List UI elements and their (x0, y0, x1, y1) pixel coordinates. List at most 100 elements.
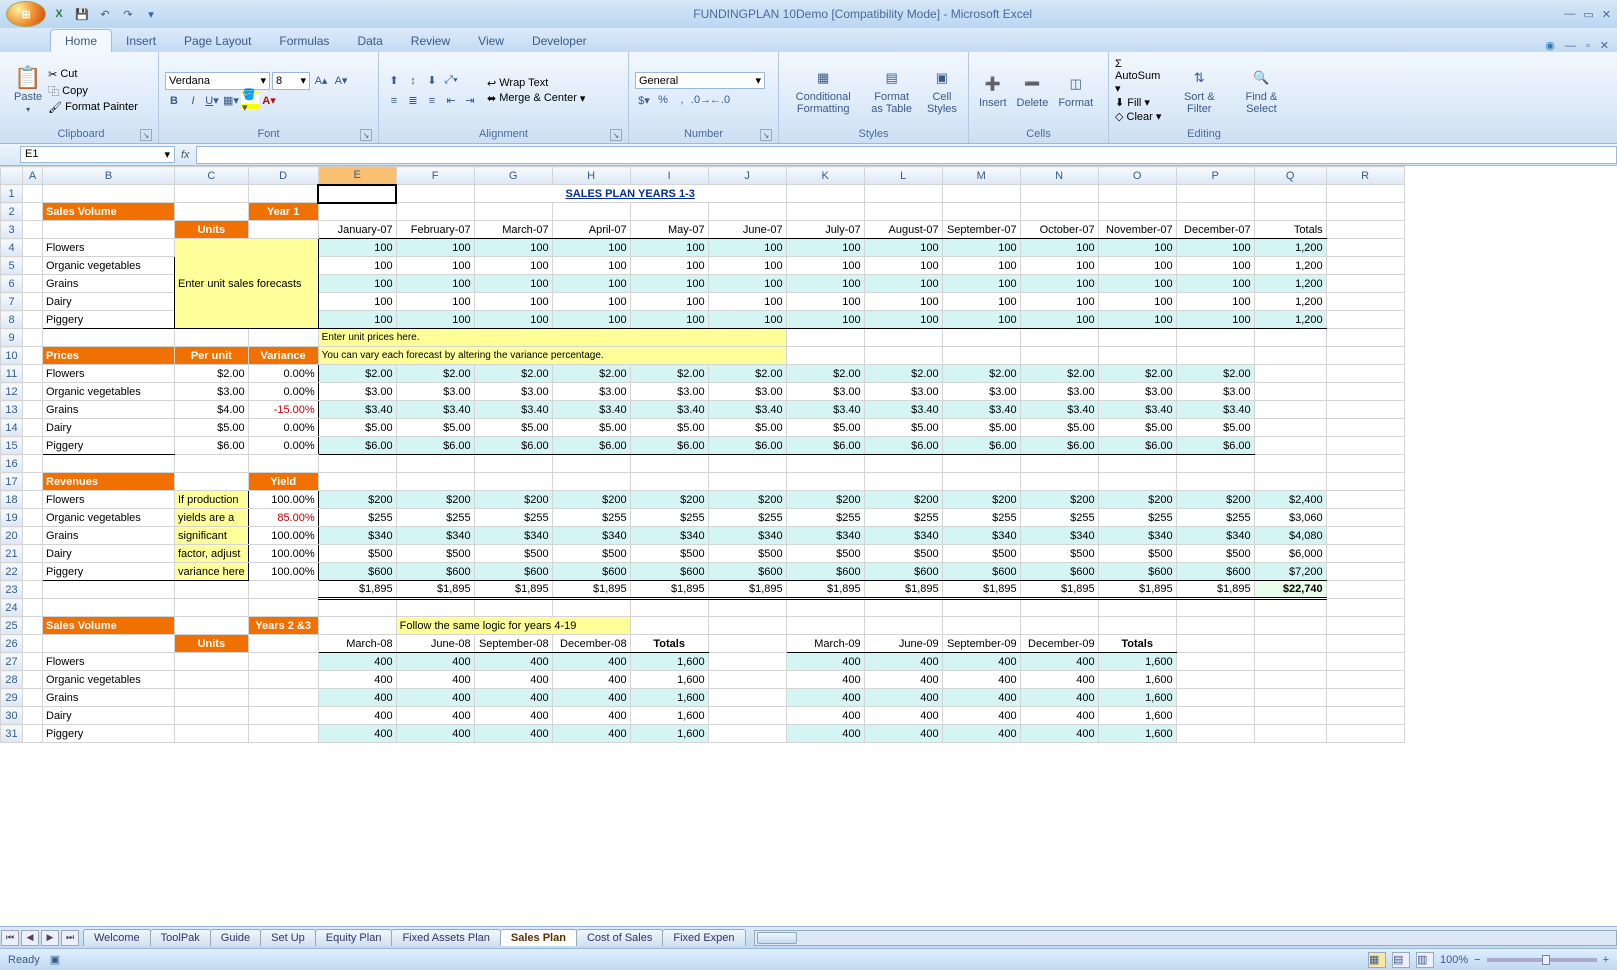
tab-nav-first[interactable]: ⏮ (1, 930, 19, 946)
sheet-tab-fixed-expen[interactable]: Fixed Expen (662, 929, 745, 946)
col-header-N[interactable]: N (1020, 167, 1098, 185)
formula-input[interactable] (196, 146, 1617, 164)
dec-decimal-icon[interactable]: ←.0 (711, 91, 729, 109)
undo-icon[interactable]: ↶ (95, 4, 115, 24)
tab-data[interactable]: Data (343, 30, 396, 52)
indent-inc-icon[interactable]: ⇥ (461, 92, 479, 110)
col-header-R[interactable]: R (1326, 167, 1404, 185)
col-header-D[interactable]: D (248, 167, 318, 185)
paste-button[interactable]: 📋Paste▾ (10, 65, 46, 116)
align-center-icon[interactable]: ≣ (404, 92, 422, 110)
tab-insert[interactable]: Insert (112, 30, 170, 52)
horizontal-scrollbar[interactable] (754, 930, 1617, 946)
row-header-19[interactable]: 19 (1, 509, 23, 527)
redo-icon[interactable]: ↷ (118, 4, 138, 24)
sheet-tab-toolpak[interactable]: ToolPak (150, 929, 211, 946)
qat-customize-icon[interactable]: ▾ (141, 4, 161, 24)
row-header-12[interactable]: 12 (1, 383, 23, 401)
row-header-13[interactable]: 13 (1, 401, 23, 419)
row-header-22[interactable]: 22 (1, 563, 23, 581)
row-header-15[interactable]: 15 (1, 437, 23, 455)
sheet-tab-cost-of-sales[interactable]: Cost of Sales (576, 929, 663, 946)
row-header-27[interactable]: 27 (1, 653, 23, 671)
zoom-level[interactable]: 100% (1440, 954, 1468, 966)
help-icon[interactable]: ◉ (1545, 39, 1555, 52)
row-header-21[interactable]: 21 (1, 545, 23, 563)
minimize-icon[interactable]: — (1564, 8, 1575, 21)
cond-format-button[interactable]: ▦Conditional Formatting (785, 65, 861, 117)
format-table-button[interactable]: ▤Format as Table (863, 65, 920, 117)
col-header-L[interactable]: L (864, 167, 942, 185)
grow-font-icon[interactable]: A▴ (312, 72, 330, 90)
sheet-tab-sales-plan[interactable]: Sales Plan (500, 929, 577, 946)
bold-icon[interactable]: B (165, 92, 183, 110)
row-header-11[interactable]: 11 (1, 365, 23, 383)
col-header-O[interactable]: O (1098, 167, 1176, 185)
row-header-5[interactable]: 5 (1, 257, 23, 275)
row-header-28[interactable]: 28 (1, 671, 23, 689)
find-select-button[interactable]: 🔍Find & Select (1230, 65, 1293, 117)
sheet-tab-fixed-assets-plan[interactable]: Fixed Assets Plan (391, 929, 500, 946)
copy-button[interactable]: ⿻Copy (48, 83, 138, 99)
row-header-26[interactable]: 26 (1, 635, 23, 653)
active-cell[interactable] (318, 185, 396, 203)
row-header-18[interactable]: 18 (1, 491, 23, 509)
col-header-F[interactable]: F (396, 167, 474, 185)
fx-icon[interactable]: fx (181, 149, 190, 161)
qat-excel-icon[interactable]: X (49, 4, 69, 24)
indent-dec-icon[interactable]: ⇤ (442, 92, 460, 110)
col-header-P[interactable]: P (1176, 167, 1254, 185)
zoom-in-icon[interactable]: + (1603, 954, 1609, 966)
row-header-10[interactable]: 10 (1, 347, 23, 365)
clipboard-launcher[interactable]: ↘ (140, 129, 152, 141)
worksheet-grid[interactable]: ABCDEFGHIJKLMNOPQR1SALES PLAN YEARS 1-32… (0, 166, 1617, 926)
wrap-text-button[interactable]: ↩Wrap Text (487, 77, 585, 90)
row-header-14[interactable]: 14 (1, 419, 23, 437)
sheet-tab-set-up[interactable]: Set Up (260, 929, 316, 946)
row-header-2[interactable]: 2 (1, 203, 23, 221)
row-header-9[interactable]: 9 (1, 329, 23, 347)
insert-cells-button[interactable]: ➕Insert (975, 71, 1011, 111)
ribbon-minimize-icon[interactable]: — (1565, 40, 1576, 52)
font-color-icon[interactable]: A▾ (260, 92, 278, 110)
font-launcher[interactable]: ↘ (360, 129, 372, 141)
font-size-combo[interactable]: 8▾ (272, 72, 310, 90)
col-header-I[interactable]: I (630, 167, 708, 185)
normal-view-icon[interactable]: ▦ (1368, 952, 1386, 968)
save-icon[interactable]: 💾 (72, 4, 92, 24)
underline-icon[interactable]: U▾ (203, 92, 221, 110)
row-header-7[interactable]: 7 (1, 293, 23, 311)
comma-icon[interactable]: , (673, 91, 691, 109)
page-layout-view-icon[interactable]: ▤ (1392, 952, 1410, 968)
italic-icon[interactable]: I (184, 92, 202, 110)
row-header-23[interactable]: 23 (1, 581, 23, 599)
col-header-G[interactable]: G (474, 167, 552, 185)
col-header-C[interactable]: C (175, 167, 249, 185)
col-header-K[interactable]: K (786, 167, 864, 185)
orientation-icon[interactable]: ⤢▾ (442, 72, 460, 90)
tab-formulas[interactable]: Formulas (265, 30, 343, 52)
merge-center-button[interactable]: ⬌Merge & Center ▾ (487, 92, 585, 105)
delete-cells-button[interactable]: ➖Delete (1013, 71, 1053, 111)
tab-nav-prev[interactable]: ◀ (21, 930, 39, 946)
row-header-3[interactable]: 3 (1, 221, 23, 239)
col-header-H[interactable]: H (552, 167, 630, 185)
row-header-8[interactable]: 8 (1, 311, 23, 329)
autosum-button[interactable]: Σ AutoSum ▾ (1115, 58, 1169, 95)
tab-developer[interactable]: Developer (518, 30, 601, 52)
tab-home[interactable]: Home (50, 29, 112, 52)
wb-close-icon[interactable]: ✕ (1600, 39, 1609, 52)
tab-nav-next[interactable]: ▶ (41, 930, 59, 946)
shrink-font-icon[interactable]: A▾ (332, 72, 350, 90)
zoom-slider[interactable] (1487, 958, 1597, 962)
row-header-4[interactable]: 4 (1, 239, 23, 257)
col-header-E[interactable]: E (318, 167, 396, 185)
cell-styles-button[interactable]: ▣Cell Styles (922, 65, 962, 117)
row-header-24[interactable]: 24 (1, 599, 23, 617)
office-button[interactable]: ⊞ (6, 1, 46, 27)
col-header-A[interactable]: A (23, 167, 43, 185)
macro-record-icon[interactable]: ▣ (50, 953, 60, 966)
inc-decimal-icon[interactable]: .0→ (692, 91, 710, 109)
fill-button[interactable]: ⬇ Fill ▾ (1115, 96, 1169, 109)
zoom-out-icon[interactable]: − (1474, 954, 1480, 966)
